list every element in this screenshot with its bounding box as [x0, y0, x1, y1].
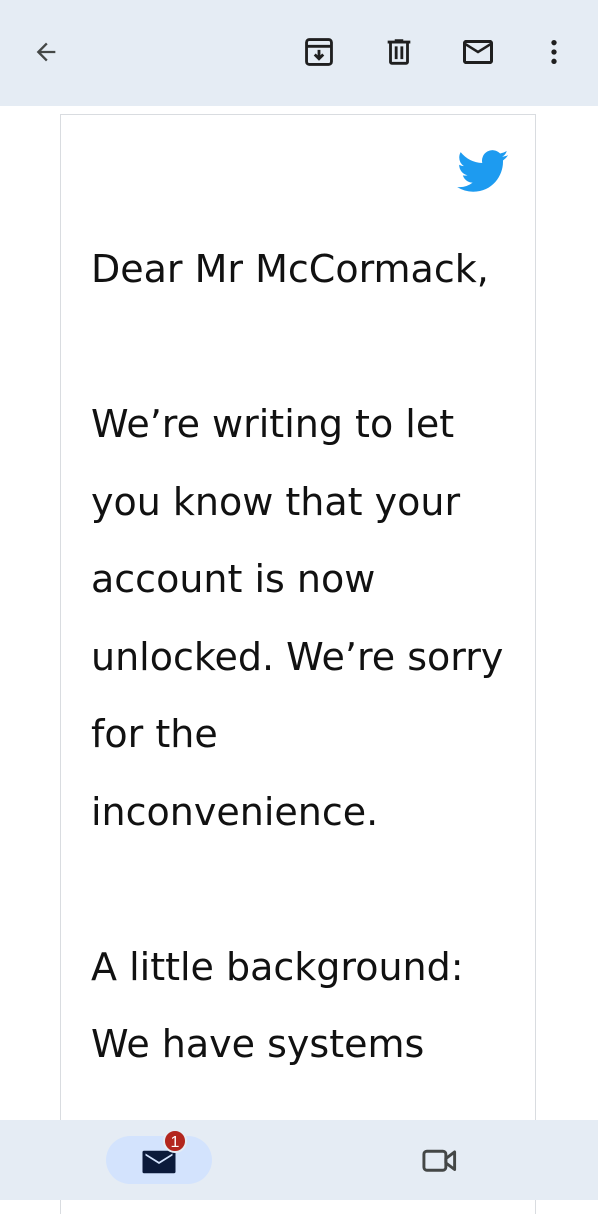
body-paragraph: A little background: We have systems — [91, 944, 464, 1067]
top-app-bar — [0, 0, 598, 106]
unread-count-badge: 1 — [163, 1129, 187, 1153]
twitter-bird-shape — [457, 150, 509, 192]
meet-tab[interactable] — [412, 1136, 468, 1184]
archive-icon — [305, 38, 333, 66]
mail-icon — [463, 40, 493, 64]
greeting-paragraph: Dear Mr McCormack, — [91, 247, 489, 291]
more-vert-icon — [551, 40, 557, 64]
video-camera-icon — [422, 1149, 457, 1172]
delete-button[interactable] — [375, 28, 423, 76]
email-body: Dear Mr McCormack, We’re writing to let … — [91, 231, 511, 1161]
arrow-back-icon — [36, 42, 56, 62]
body-paragraph: We’re writing to let you know that your … — [91, 402, 504, 834]
mark-unread-button[interactable] — [454, 28, 502, 76]
archive-button[interactable] — [295, 28, 343, 76]
more-options-button[interactable] — [530, 28, 578, 76]
email-message-card: Dear Mr McCormack, We’re writing to let … — [60, 114, 536, 1214]
bottom-navigation-bar: 1 — [0, 1120, 598, 1200]
twitter-bird-icon — [455, 148, 509, 194]
trash-icon — [387, 39, 411, 65]
back-button[interactable] — [22, 28, 70, 76]
mail-tab[interactable]: 1 — [106, 1129, 212, 1184]
